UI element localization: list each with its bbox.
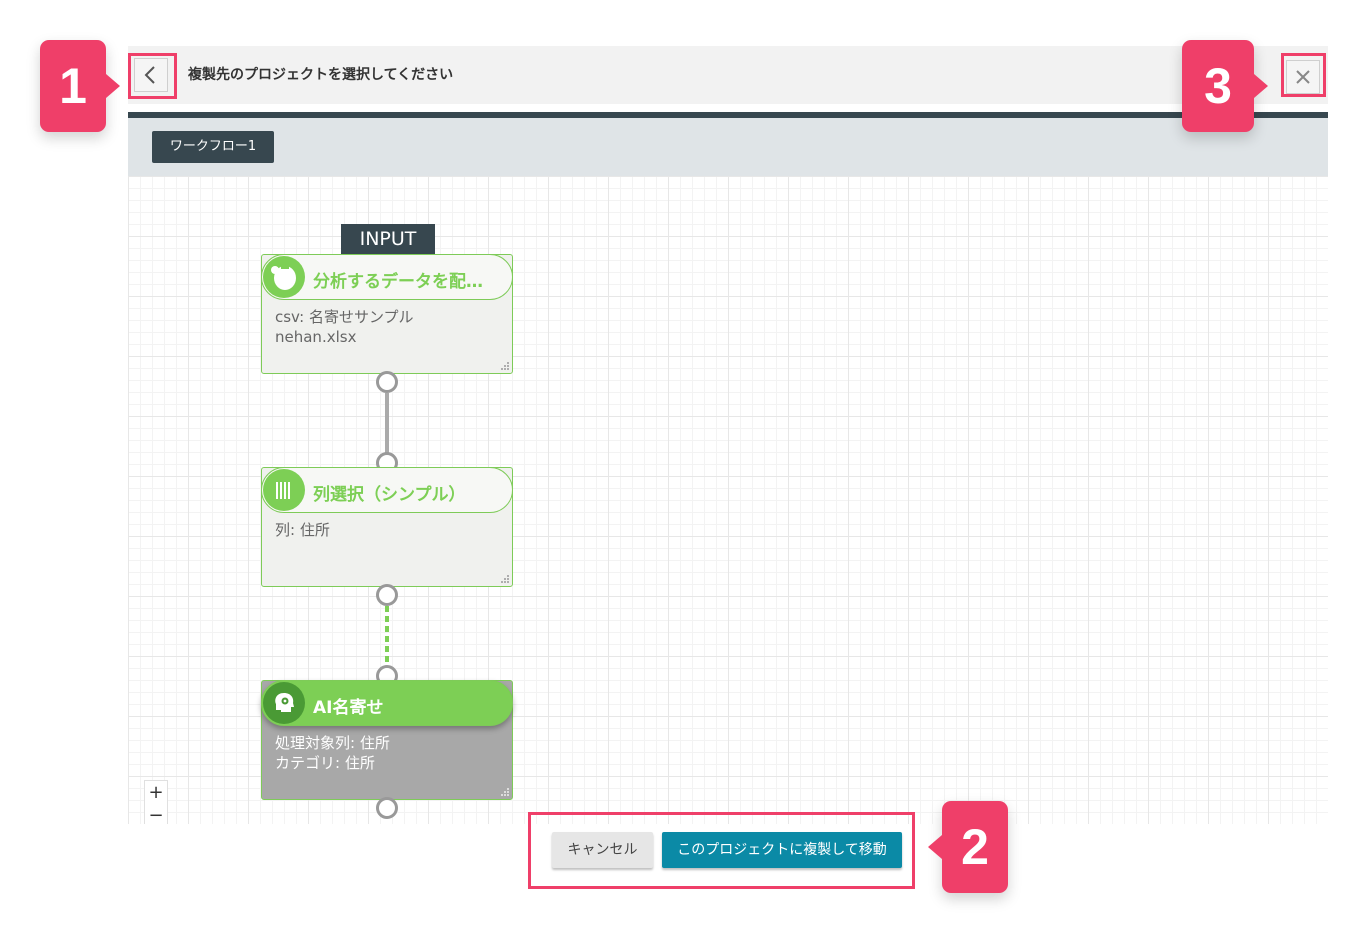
annotation-arrow-3 (1254, 74, 1268, 98)
zoom-in-button[interactable]: + (145, 781, 167, 804)
dialog-title: 複製先のプロジェクトを選択してください (188, 67, 454, 83)
resize-handle-icon[interactable] (500, 787, 510, 797)
node-header: 分析するデータを配… (261, 254, 513, 300)
node-details: 列: 住所 (275, 520, 330, 540)
resize-handle-icon[interactable] (500, 361, 510, 371)
annotation-arrow-2 (928, 835, 942, 859)
node-detail-line: 処理対象列: 住所 (275, 734, 390, 752)
node-detail-line: csv: 名寄せサンプル (275, 308, 414, 326)
ai-head-icon (263, 682, 305, 724)
zoom-out-button[interactable]: − (145, 804, 167, 824)
highlight-box-back (128, 53, 177, 99)
node-title: AI名寄せ (313, 698, 384, 718)
annotation-badge-1: 1 (40, 40, 106, 132)
resize-handle-icon[interactable] (500, 574, 510, 584)
node-details: csv: 名寄せサンプル nehan.xlsx (275, 307, 414, 347)
workflow-node-ai-matching[interactable]: AI名寄せ 処理対象列: 住所 カテゴリ: 住所 (261, 680, 513, 800)
highlight-box-close (1281, 53, 1326, 97)
node-header: AI名寄せ (261, 680, 513, 726)
dialog-header: 複製先のプロジェクトを選択してください (128, 46, 1328, 104)
workflow-node-input[interactable]: 分析するデータを配… csv: 名寄せサンプル nehan.xlsx (261, 254, 513, 374)
zoom-controls: + − (144, 780, 168, 824)
annotation-badge-3: 3 (1182, 40, 1254, 132)
node-detail-line: カテゴリ: 住所 (275, 754, 375, 772)
columns-icon (263, 469, 305, 511)
node-detail-line: nehan.xlsx (275, 328, 357, 346)
copy-dialog: 複製先のプロジェクトを選択してください ワークフロー1 INPUT 分析するデー… (128, 46, 1328, 876)
node-title: 分析するデータを配… (313, 272, 483, 292)
input-label: INPUT (341, 224, 435, 254)
workflow-canvas[interactable]: INPUT 分析するデータを配… csv: 名寄せサンプル nehan.xlsx (128, 176, 1328, 824)
workflow-tabbar: ワークフロー1 (128, 118, 1328, 176)
node-header: 列選択（シンプル） (261, 467, 513, 513)
output-port[interactable] (376, 371, 398, 393)
workflow-node-column-select[interactable]: 列選択（シンプル） 列: 住所 (261, 467, 513, 587)
node-title: 列選択（シンプル） (313, 485, 466, 505)
annotation-badge-2: 2 (942, 801, 1008, 893)
connection-line-dashed (385, 606, 389, 668)
highlight-box-footer (528, 812, 915, 889)
output-port[interactable] (376, 584, 398, 606)
annotation-arrow-1 (106, 74, 120, 98)
node-details: 処理対象列: 住所 カテゴリ: 住所 (275, 733, 390, 773)
output-port[interactable] (376, 797, 398, 819)
database-icon (263, 256, 305, 298)
tab-workflow-1[interactable]: ワークフロー1 (152, 131, 274, 163)
node-detail-line: 列: 住所 (275, 521, 330, 539)
